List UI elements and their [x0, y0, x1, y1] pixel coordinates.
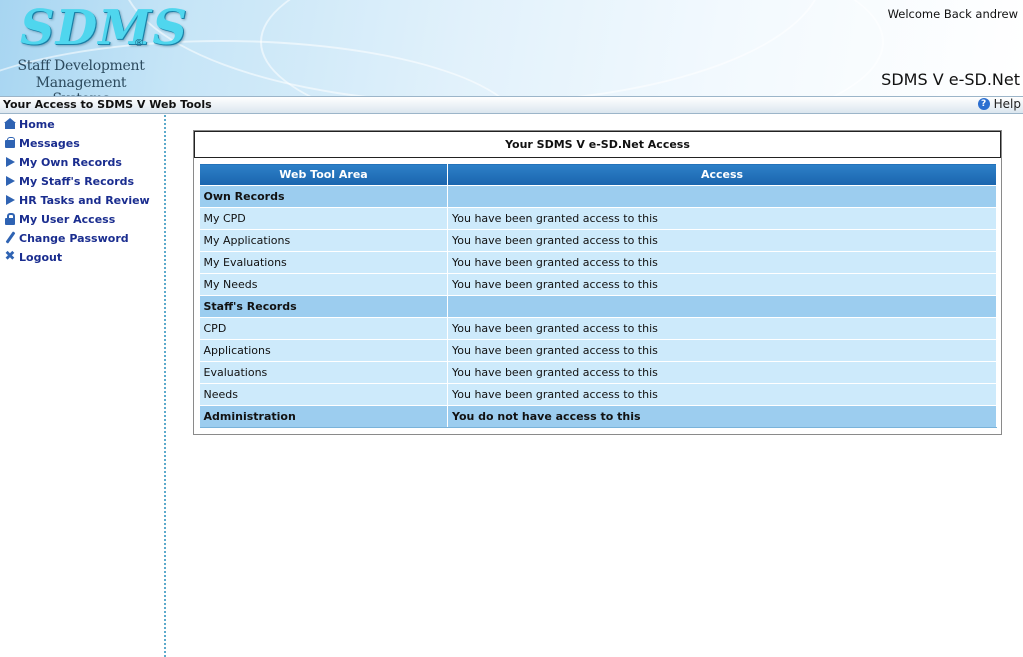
area-cell: Evaluations [199, 361, 448, 384]
area-cell: CPD [199, 317, 448, 340]
area-cell: Administration [199, 405, 448, 428]
help-link[interactable]: ? Help [977, 97, 1021, 111]
access-cell: You have been granted access to this [447, 229, 997, 252]
lock-icon [4, 213, 16, 225]
header-banner: SDMS ® Staff Development Management Syst… [0, 0, 1023, 96]
question-icon: ? [977, 98, 990, 110]
area-cell: My CPD [199, 207, 448, 230]
nav-label: Home [19, 117, 55, 131]
access-cell [447, 185, 997, 208]
nav-label: Change Password [19, 231, 129, 245]
logo-mark: SDMS [20, 0, 189, 56]
table-section-row: Staff's Records [199, 295, 997, 318]
access-cell: You have been granted access to this [447, 207, 997, 230]
nav-label: HR Tasks and Review [19, 193, 150, 207]
nav-item-home[interactable]: Home [4, 115, 55, 133]
access-cell: You have been granted access to this [447, 339, 997, 362]
play-icon [4, 175, 16, 187]
access-cell: You have been granted access to this [447, 273, 997, 296]
sidebar-nav: Home Messages My Own Records My Staff's … [0, 114, 163, 657]
area-cell: Applications [199, 339, 448, 362]
home-icon [4, 118, 16, 130]
table-row-denied: Administration You do not have access to… [199, 405, 997, 428]
table-row: Applications You have been granted acces… [199, 339, 997, 362]
table-row: My CPD You have been granted access to t… [199, 207, 997, 230]
panel-title: Your SDMS V e-SD.Net Access [194, 131, 1001, 158]
help-label: Help [993, 97, 1021, 111]
access-cell: You have been granted access to this [447, 383, 997, 406]
access-cell: You do not have access to this [447, 405, 997, 428]
table-row: My Evaluations You have been granted acc… [199, 251, 997, 274]
play-icon [4, 156, 16, 168]
sdms-logo[interactable]: SDMS ® Staff Development Management Syst… [6, 0, 187, 96]
area-cell: My Needs [199, 273, 448, 296]
logo-line-1: Staff Development [17, 58, 145, 74]
nav-label: My Staff's Records [19, 174, 135, 188]
pen-icon [4, 232, 16, 244]
nav-item-change-password[interactable]: Change Password [4, 229, 129, 247]
logo-line-2: Management Systems [35, 75, 127, 96]
nav-label: Messages [19, 136, 80, 150]
nav-label: My Own Records [19, 155, 122, 169]
nav-item-logout[interactable]: ✖ Logout [4, 248, 63, 266]
table-row: My Applications You have been granted ac… [199, 229, 997, 252]
access-cell [447, 295, 997, 318]
play-icon [4, 194, 16, 206]
product-name: SDMS V e-SD.Net [881, 70, 1020, 89]
area-cell: Staff's Records [199, 295, 448, 318]
table-row: Needs You have been granted access to th… [199, 383, 997, 406]
access-cell: You have been granted access to this [447, 317, 997, 340]
nav-item-messages[interactable]: Messages [4, 134, 80, 152]
logo-registered: ® [134, 38, 144, 49]
table-section-row: Own Records [199, 185, 997, 208]
nav-label: Logout [19, 250, 63, 264]
area-cell: My Evaluations [199, 251, 448, 274]
nav-label: My User Access [19, 212, 116, 226]
table-row: Evaluations You have been granted access… [199, 361, 997, 384]
x-icon: ✖ [4, 249, 16, 264]
messages-icon [4, 137, 16, 149]
sidebar-divider[interactable] [163, 114, 167, 657]
access-panel: Your SDMS V e-SD.Net Access Web Tool Are… [193, 130, 1002, 435]
page-title: Your Access to SDMS V Web Tools [3, 98, 212, 111]
access-cell: You have been granted access to this [447, 361, 997, 384]
area-cell: Needs [199, 383, 448, 406]
access-cell: You have been granted access to this [447, 251, 997, 274]
column-header: Web Tool Area [199, 163, 448, 186]
area-cell: My Applications [199, 229, 448, 252]
area-cell: Own Records [199, 185, 448, 208]
nav-item-my-staffs-records[interactable]: My Staff's Records [4, 172, 134, 190]
table-row: My Needs You have been granted access to… [199, 273, 997, 296]
nav-item-hr-tasks[interactable]: HR Tasks and Review [4, 191, 150, 209]
page-titlebar: Your Access to SDMS V Web Tools ? Help [0, 96, 1023, 114]
access-table: Web Tool Area Access Own Records My CPD … [199, 163, 997, 428]
table-header-row: Web Tool Area Access [199, 163, 997, 186]
nav-item-my-user-access[interactable]: My User Access [4, 210, 115, 228]
table-row: CPD You have been granted access to this [199, 317, 997, 340]
nav-item-my-own-records[interactable]: My Own Records [4, 153, 122, 171]
welcome-text: Welcome Back andrew [887, 7, 1018, 21]
column-header: Access [447, 163, 997, 186]
